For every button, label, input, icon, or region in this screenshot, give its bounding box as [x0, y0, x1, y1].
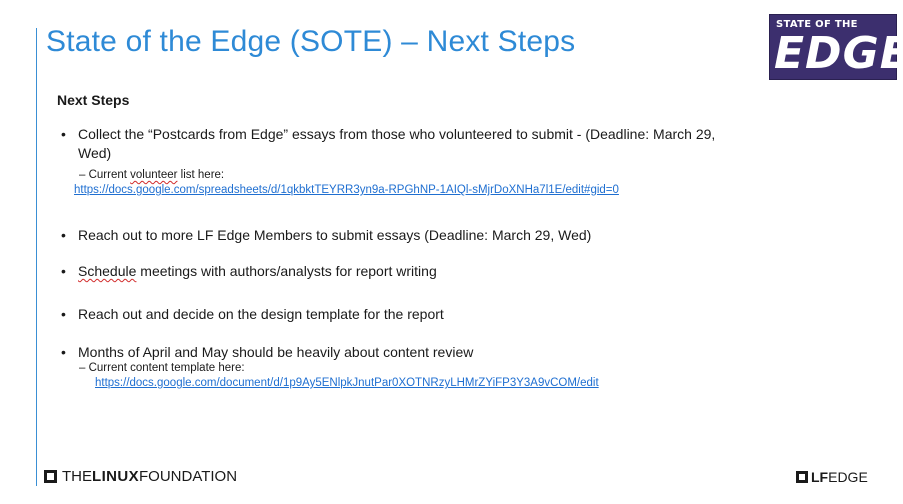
bullet-1-subitem: – Current volunteer list here:	[79, 168, 224, 183]
subitem-prefix: – Current	[79, 169, 131, 181]
content-template-link[interactable]: https://docs.google.com/document/d/1p9Ay…	[95, 376, 599, 391]
bullet-glyph: •	[61, 263, 66, 279]
accent-line	[36, 28, 37, 486]
slide: State of the Edge (SOTE) – Next Steps ST…	[0, 0, 903, 504]
slide-title: State of the Edge (SOTE) – Next Steps	[46, 25, 576, 58]
footer-left-pre: THE	[62, 468, 92, 485]
bullet-text: Collect the “Postcards from Edge” essays…	[78, 126, 716, 142]
bullet-glyph: •	[61, 306, 66, 322]
state-of-the-edge-logo: STATE OF THE EDGE	[769, 14, 903, 80]
section-heading: Next Steps	[57, 92, 130, 108]
spellcheck-flagged-word: volunteer	[130, 169, 178, 181]
lf-edge-square-icon	[796, 471, 808, 483]
bullet-text: Reach out and decide on the design templ…	[78, 306, 444, 322]
spellcheck-flagged-word: Schedule	[78, 263, 137, 279]
lf-edge-logo: LF EDGE	[796, 469, 868, 485]
bullet-text-rest: meetings with authors/analysts for repor…	[136, 263, 437, 279]
bullet-text: Months of April and May should be heavil…	[78, 344, 474, 360]
footer-left-bold: LINUX	[92, 468, 139, 485]
linux-foundation-logo: THE LINUX FOUNDATION	[44, 468, 237, 485]
volunteer-list-link[interactable]: https://docs.google.com/spreadsheets/d/1…	[74, 183, 619, 198]
bullet-text: Wed)	[78, 145, 112, 161]
subitem-suffix: list here:	[177, 169, 225, 181]
bullet-5-subitem: – Current content template here:	[79, 362, 245, 374]
bullet-glyph: •	[61, 344, 66, 360]
logo-big-text: EDGE	[774, 28, 903, 79]
footer-right-bold: LF	[811, 469, 829, 485]
bullet-glyph: •	[61, 126, 66, 142]
footer-left-post: FOUNDATION	[139, 468, 238, 485]
bullet-glyph: •	[61, 227, 66, 243]
lf-square-icon	[44, 470, 57, 483]
footer-right-post: EDGE	[828, 469, 868, 485]
bullet-text: Schedule meetings with authors/analysts …	[78, 262, 437, 281]
bullet-text: Reach out to more LF Edge Members to sub…	[78, 227, 592, 243]
